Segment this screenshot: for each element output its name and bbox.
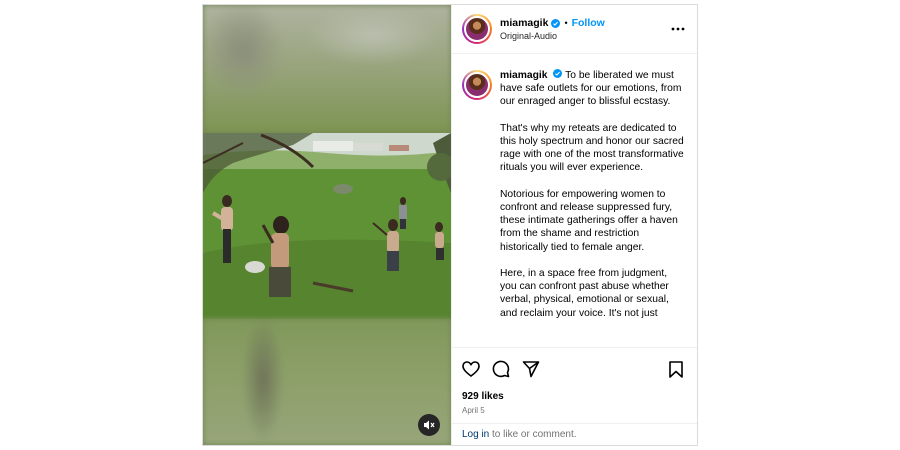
more-horizontal-icon [671,27,685,31]
bookmark-icon [669,360,683,378]
post-actions: 929 likes April 5 [452,347,697,415]
follow-button[interactable]: Follow [572,17,605,29]
video-frame[interactable] [203,133,451,319]
caption-section: miamagik To be liberated we must have sa… [452,55,697,347]
caption-text: miamagik To be liberated we must have sa… [500,69,684,347]
verified-badge-icon [551,18,561,28]
post-date[interactable]: April 5 [462,406,687,415]
caption-paragraph: Here, in a space free from judgment, you… [500,268,669,319]
avatar[interactable] [462,14,492,44]
video-blur-background-bottom [203,319,451,445]
speaker-muted-icon [424,420,435,430]
caption-paragraph: That's why my reteats are dedicated to t… [500,122,684,174]
post-side-panel: miamagik • Follow Original-Audio miamagi… [451,5,697,445]
video-scene [203,133,451,319]
share-icon [522,361,540,378]
separator-dot: • [564,18,568,28]
verified-badge-icon [553,69,563,78]
heart-icon [462,361,480,377]
login-link[interactable]: Log in [462,429,489,440]
comment-icon [492,360,510,378]
audio-link[interactable]: Original-Audio [500,31,669,41]
username-link[interactable]: miamagik [500,17,548,29]
like-button[interactable] [462,360,480,378]
caption-username-link[interactable]: miamagik [500,70,548,81]
post-header: miamagik • Follow Original-Audio [452,5,697,54]
login-prompt-text: to like or comment. [489,429,577,440]
comment-button[interactable] [492,360,510,378]
mute-toggle-button[interactable] [418,414,440,436]
share-button[interactable] [522,360,540,378]
video-blur-background-top [203,5,451,133]
instagram-post: miamagik • Follow Original-Audio miamagi… [202,4,698,446]
more-options-button[interactable] [669,20,687,38]
caption-paragraph: Notorious for empowering women to confro… [500,188,678,253]
caption-avatar[interactable] [462,70,492,100]
save-button[interactable] [669,360,687,378]
video-player[interactable] [203,5,451,445]
likes-count[interactable]: 929 likes [462,391,687,402]
login-prompt: Log in to like or comment. [452,423,697,445]
